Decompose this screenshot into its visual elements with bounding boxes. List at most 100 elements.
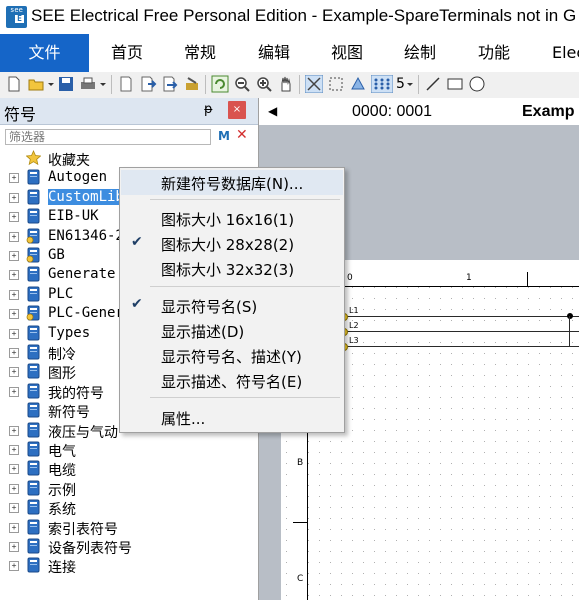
tree-item[interactable]: + 索引表符号 [0, 518, 258, 538]
line-tool-icon[interactable] [424, 75, 442, 93]
expand-toggle-icon[interactable]: + [9, 328, 19, 339]
grid-size-dropdown-icon[interactable] [406, 75, 414, 93]
expand-toggle-icon[interactable]: + [9, 192, 19, 203]
tab-scroll-left-icon[interactable]: ◀ [268, 104, 277, 118]
expand-toggle-icon[interactable]: + [9, 561, 19, 572]
clear-filter-icon[interactable]: ✕ [236, 127, 248, 143]
zoom-in-icon[interactable] [255, 75, 273, 93]
import-icon[interactable] [139, 75, 157, 93]
panel-close-button[interactable]: × [228, 101, 246, 119]
tree-item[interactable]: + 电缆 [0, 459, 258, 479]
icon-size-28-item[interactable]: ✔ 图标大小 28x28(2) [121, 231, 343, 256]
show-description-name-item[interactable]: 显示描述、符号名(E) [121, 368, 343, 393]
show-symbol-name-item[interactable]: ✔ 显示符号名(S) [121, 293, 343, 318]
save-icon[interactable] [57, 75, 75, 93]
tab-edit[interactable]: 编辑 [258, 34, 290, 72]
checkmark-icon: ✔ [131, 234, 143, 250]
tree-item[interactable]: + 电气 [0, 440, 258, 460]
ribbon-tabs: 文件 首页 常规 编辑 视图 绘制 功能 Elec [0, 34, 579, 72]
expand-toggle-icon[interactable]: + [9, 348, 19, 358]
bus-line-l1[interactable] [345, 316, 579, 317]
print-dropdown-icon[interactable] [99, 75, 107, 93]
tree-item[interactable]: + 设备列表符号 [0, 537, 258, 557]
binoculars-icon[interactable]: M [218, 129, 230, 143]
tab-view[interactable]: 视图 [331, 34, 363, 72]
expand-toggle-icon[interactable]: + [9, 445, 19, 455]
zoom-out-icon[interactable] [233, 75, 251, 93]
tab-home[interactable]: 首页 [111, 34, 143, 72]
settings-icon[interactable] [183, 75, 201, 93]
refresh-icon[interactable] [211, 75, 229, 93]
new-symbol-database-item[interactable]: 新建符号数据库(N)... [121, 170, 343, 195]
toolbar-separator [299, 75, 300, 94]
open-folder-icon[interactable] [27, 75, 45, 93]
expand-toggle-icon[interactable]: + [9, 367, 19, 378]
star-icon [26, 150, 41, 166]
export-icon[interactable] [161, 75, 179, 93]
expand-toggle-icon[interactable]: + [9, 542, 19, 552]
tab-function[interactable]: 功能 [478, 34, 510, 72]
pan-hand-icon[interactable] [277, 75, 295, 93]
expand-toggle-icon[interactable]: + [9, 289, 19, 300]
select-window-icon[interactable] [327, 75, 345, 93]
tree-item-label: 示例 [48, 482, 76, 499]
window-title: SEE Electrical Free Personal Edition - E… [31, 6, 577, 25]
new-file-icon[interactable] [5, 75, 23, 93]
library-icon [27, 441, 40, 457]
menu-item-label: 显示描述(D) [161, 323, 245, 341]
column-number: 1 [466, 273, 472, 283]
expand-toggle-icon[interactable]: + [9, 212, 19, 223]
tree-item-label: CustomLib [48, 188, 124, 205]
tree-item[interactable]: + 系统 [0, 498, 258, 518]
snap-icon[interactable] [349, 75, 367, 93]
library-icon [27, 538, 40, 554]
menu-item-label: 显示描述、符号名(E) [161, 373, 303, 391]
tab-draw[interactable]: 绘制 [404, 34, 436, 72]
show-description-item[interactable]: 显示描述(D) [121, 318, 343, 343]
library-icon [27, 208, 40, 224]
tree-item-label: EN61346-2 [48, 227, 124, 244]
rectangle-tool-icon[interactable] [446, 75, 464, 93]
open-dropdown-icon[interactable] [47, 75, 55, 93]
grid-icon[interactable] [371, 75, 393, 93]
tab-file[interactable]: 文件 [0, 34, 89, 72]
page-icon[interactable] [117, 75, 135, 93]
expand-toggle-icon[interactable]: + [9, 522, 19, 533]
library-icon [27, 363, 40, 379]
expand-toggle-icon[interactable]: + [9, 386, 19, 397]
library-icon [27, 460, 40, 476]
tab-document-page[interactable]: 0000: 0001 [352, 103, 432, 121]
expand-toggle-icon[interactable]: + [9, 270, 19, 281]
properties-item[interactable]: 属性... [121, 405, 343, 430]
tab-document-example[interactable]: Examp [522, 103, 574, 121]
grid-size-value[interactable]: 5 [396, 76, 405, 92]
tree-item-label: Types [48, 324, 91, 341]
tree-item[interactable]: + 示例 [0, 479, 258, 499]
circle-tool-icon[interactable] [468, 75, 486, 93]
bus-line-l2[interactable] [345, 331, 579, 332]
filter-input[interactable] [5, 129, 211, 145]
print-icon[interactable] [79, 75, 97, 93]
tab-general[interactable]: 常规 [184, 34, 216, 72]
expand-toggle-icon[interactable]: + [9, 425, 19, 436]
tree-item[interactable]: + 连接 [0, 556, 258, 576]
tree-item-label: Generate [48, 266, 116, 283]
show-name-description-item[interactable]: 显示符号名、描述(Y) [121, 343, 343, 368]
bus-line-l3[interactable] [345, 346, 579, 347]
select-cross-icon[interactable] [305, 75, 323, 93]
expand-toggle-icon[interactable]: + [9, 503, 19, 514]
expand-toggle-icon[interactable]: + [9, 173, 19, 184]
context-menu: 新建符号数据库(N)... 图标大小 16x16(1) ✔ 图标大小 28x28(2)… [119, 167, 345, 433]
expand-toggle-icon[interactable]: + [9, 231, 19, 242]
tree-item[interactable]: 收藏夹 [0, 149, 258, 169]
expand-toggle-icon[interactable]: + [9, 251, 19, 261]
title-bar: see E SEE Electrical Free Personal Editi… [0, 0, 579, 34]
expand-toggle-icon[interactable]: + [9, 464, 19, 475]
pin-icon[interactable]: ᵽ [204, 102, 213, 117]
icon-size-16-item[interactable]: 图标大小 16x16(1) [121, 206, 343, 231]
icon-size-32-item[interactable]: 图标大小 32x32(3) [121, 256, 343, 281]
tab-electrical[interactable]: Elec [552, 34, 579, 72]
logo-letter: E [15, 15, 24, 23]
expand-toggle-icon[interactable]: + [9, 483, 19, 494]
expand-toggle-icon[interactable]: + [9, 309, 19, 320]
